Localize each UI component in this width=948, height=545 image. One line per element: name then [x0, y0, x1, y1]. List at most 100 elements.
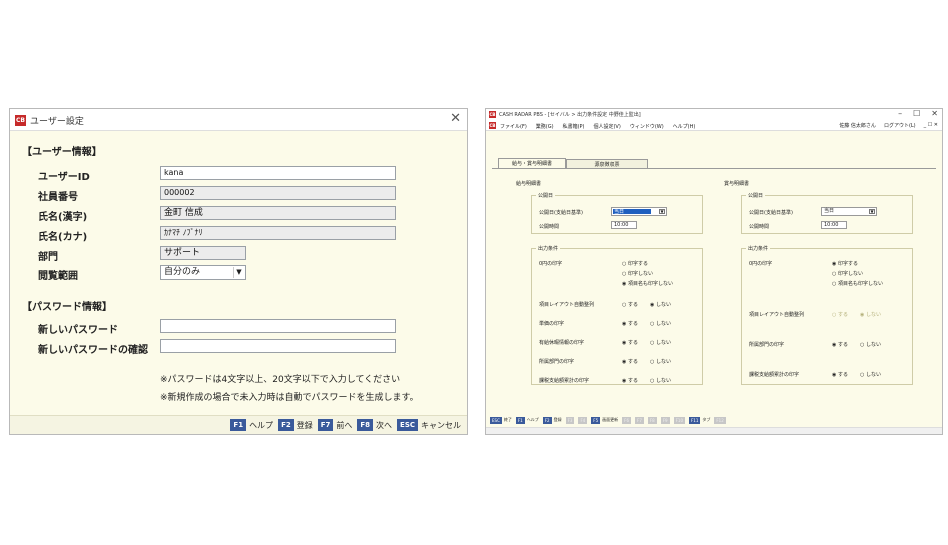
salary-condition-option[interactable]: ○ しない [650, 320, 671, 327]
close-icon[interactable]: ✕ [931, 109, 938, 118]
fkey-f5-button[interactable]: F5 画面更新 [591, 416, 619, 424]
bonus-condition-option[interactable]: ○ する [832, 311, 848, 318]
bonus-zero-option[interactable]: ◉ 印字する [832, 260, 858, 267]
radio-label: する [627, 302, 638, 308]
salary-condition-option[interactable]: ◉ しない [650, 301, 671, 308]
bonus-condition-option[interactable]: ○ しない [860, 341, 881, 348]
bonus-output-group: 出力条件 0円の印字 ◉ 印字する ○ 印字しない ○ 項目名も印字しない 項目レイア… [741, 245, 913, 385]
name-kanji-field[interactable]: 金町 信成 [160, 206, 396, 220]
menu-mailbox[interactable]: 私書箱(P) [563, 123, 585, 130]
bonus-output-group-title: 出力条件 [746, 245, 771, 252]
salary-condition-label: 有給休暇情報の印字 [539, 340, 585, 346]
name-kana-field[interactable]: ｶﾅﾏﾁ ﾉﾌﾞﾅﾘ [160, 226, 396, 240]
previous-button[interactable]: F7 前へ [317, 419, 352, 431]
app-title: CASH RADAR PBS - [セイバル > 出力条件設定 中野佳上監出] [499, 112, 641, 118]
department-field[interactable]: サポート [160, 246, 246, 260]
fkey-esc-button[interactable]: ESC 終了 [490, 416, 512, 424]
view-scope-value: 自分のみ [164, 267, 201, 277]
app-function-key-bar: ESC 終了 F1 ヘルプ F2 登録 F3 F4 F5 画面更新 F6 F7 F8 F9 F10 F11 タブ… [486, 413, 942, 427]
radio-label: 印字する [837, 261, 858, 267]
menu-help[interactable]: ヘルプ(H) [673, 123, 696, 130]
bonus-public-group-title: 公開日 [746, 192, 766, 199]
view-scope-select[interactable]: 自分のみ ▼ [160, 265, 246, 280]
password-note-2: ※新規作成の場合で未入力時は自動でパスワードを生成します。 [160, 393, 419, 403]
menu-window[interactable]: ウィンドウ(W) [630, 123, 664, 130]
bonus-condition-option[interactable]: ◉ する [832, 371, 848, 378]
radio-label: しない [655, 378, 671, 384]
salary-condition-option[interactable]: ◉ する [622, 320, 638, 327]
salary-title: 給与明細書 [516, 181, 542, 187]
menu-business[interactable]: 業務(G) [536, 123, 554, 130]
salary-zero-option[interactable]: ◉ 項目名も印字しない [622, 280, 673, 287]
fkey-f1-button[interactable]: F1 ヘルプ [515, 416, 539, 424]
bonus-public-date-value: 当日 [824, 208, 835, 214]
salary-public-time-label: 公開時間 [539, 224, 560, 230]
radio-label: しない [655, 302, 671, 308]
radio-label: しない [865, 342, 881, 348]
cancel-button[interactable]: ESC キャンセル [397, 419, 461, 431]
salary-condition-option[interactable]: ◉ する [622, 377, 638, 384]
menu-personal-settings[interactable]: 個人設定(V) [593, 123, 620, 130]
menu-file[interactable]: ファイル(F) [500, 123, 527, 130]
register-button[interactable]: F2 登録 [278, 419, 313, 431]
bonus-public-time-label: 公開時間 [749, 224, 770, 230]
fkey-f4-button: F4 [578, 416, 588, 424]
radio-label: する [837, 312, 848, 318]
fkey-f3: F3 [565, 416, 575, 424]
bonus-zero-option[interactable]: ○ 項目名も印字しない [832, 280, 883, 287]
department-label: 部門 [38, 252, 58, 263]
salary-condition-label: 単価の印字 [539, 321, 565, 327]
tab-withholding[interactable]: 源泉徴収票 [566, 159, 648, 168]
fkey-f11: F11 [688, 416, 701, 424]
salary-condition-option[interactable]: ○ しない [650, 339, 671, 346]
salary-public-time-field[interactable]: 10:00 [611, 221, 637, 229]
user-id-field[interactable]: kana [160, 166, 396, 180]
fkey-label: 画面更新 [602, 417, 619, 422]
help-label: ヘルプ [249, 420, 274, 430]
bonus-public-time-field[interactable]: 10:00 [821, 221, 847, 229]
salary-condition-option[interactable]: ○ する [622, 301, 638, 308]
app-logo-icon: CB [489, 111, 496, 118]
bonus-public-date-label: 公開日(支給日基準) [749, 210, 793, 216]
mdi-controls[interactable]: _ ☐ ✕ [924, 122, 938, 129]
bonus-condition-option[interactable]: ◉ する [832, 341, 848, 348]
view-scope-label: 閲覧範囲 [38, 271, 78, 282]
fkey-f2-button[interactable]: F2 登録 [542, 416, 562, 424]
fkey-f7-button: F7 [635, 416, 644, 424]
next-button[interactable]: F8 次へ [357, 419, 392, 431]
salary-public-date-value: 当日 [613, 209, 651, 215]
salary-condition-option[interactable]: ◉ する [622, 339, 638, 346]
fkey-f2: F2 [542, 416, 552, 424]
salary-condition-option[interactable]: ○ しない [650, 377, 671, 384]
salary-condition-option[interactable]: ○ しない [650, 358, 671, 365]
salary-zero-option[interactable]: ○ 印字する [622, 260, 648, 267]
close-icon[interactable]: ✕ [450, 111, 461, 126]
fkey-label: タブ [702, 417, 711, 422]
name-kanji-label: 氏名(漢字) [38, 212, 88, 223]
bonus-zero-option[interactable]: ○ 印字しない [832, 270, 863, 277]
new-password-field[interactable] [160, 319, 396, 333]
salary-public-date-select[interactable]: 当日 ▼ [611, 207, 667, 216]
chevron-down-icon[interactable]: ▼ [659, 209, 665, 214]
logout-link[interactable]: ログアウト(L) [884, 122, 916, 129]
salary-zero-option[interactable]: ○ 印字しない [622, 270, 653, 277]
menu-bar: CB ファイル(F) 業務(G) 私書箱(P) 個人設定(V) ウィンドウ(W)… [486, 121, 942, 131]
chevron-down-icon[interactable]: ▼ [869, 209, 875, 214]
fkey-f6-button: F6 [622, 416, 632, 424]
minimize-icon[interactable]: – [898, 109, 902, 118]
confirm-password-field[interactable] [160, 339, 396, 353]
bonus-condition-option[interactable]: ○ しない [860, 371, 881, 378]
bonus-condition-option[interactable]: ◉ しない [860, 311, 881, 318]
chevron-down-icon[interactable]: ▼ [233, 267, 244, 278]
salary-condition-label: 課税支給額累計の印字 [539, 378, 590, 384]
fkey-f10-button: F10 [673, 416, 685, 424]
tab-divider [492, 168, 936, 169]
fkey-f12-button: F12 [714, 416, 726, 424]
bonus-public-date-select[interactable]: 当日 ▼ [821, 207, 877, 216]
salary-condition-option[interactable]: ◉ する [622, 358, 638, 365]
fkey-f11-button[interactable]: F11 タブ [688, 416, 711, 424]
employee-number-field[interactable]: 000002 [160, 186, 396, 200]
help-button[interactable]: F1 ヘルプ [230, 419, 273, 431]
radio-label: しない [655, 321, 671, 327]
maximize-icon[interactable]: ☐ [913, 109, 920, 118]
